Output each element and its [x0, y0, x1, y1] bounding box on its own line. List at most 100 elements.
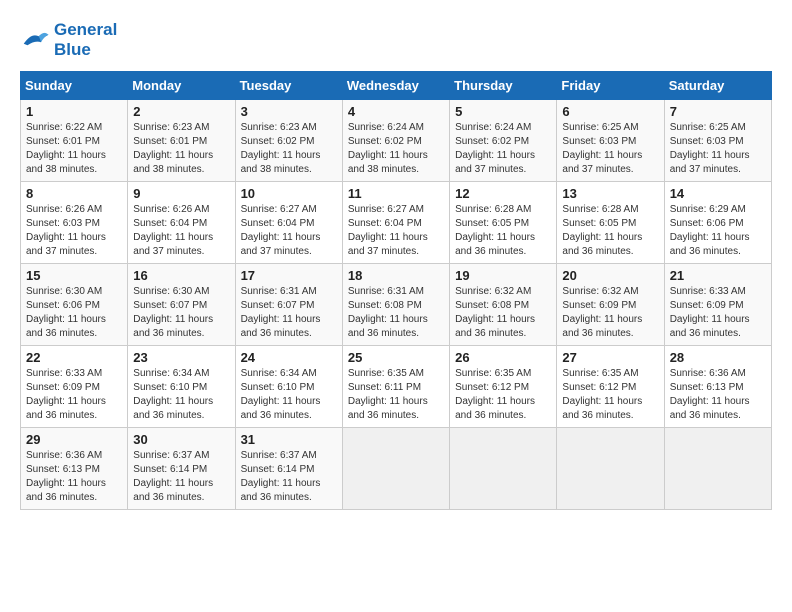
calendar-day-cell: 19 Sunrise: 6:32 AMSunset: 6:08 PMDaylig…: [450, 263, 557, 345]
day-info: Sunrise: 6:33 AMSunset: 6:09 PMDaylight:…: [26, 368, 106, 421]
day-info: Sunrise: 6:33 AMSunset: 6:09 PMDaylight:…: [670, 286, 750, 339]
calendar-day-cell: 1 Sunrise: 6:22 AMSunset: 6:01 PMDayligh…: [21, 99, 128, 181]
calendar-day-cell: 10 Sunrise: 6:27 AMSunset: 6:04 PMDaylig…: [235, 181, 342, 263]
calendar-header-saturday: Saturday: [664, 71, 771, 99]
calendar-day-cell: [342, 427, 449, 509]
day-info: Sunrise: 6:25 AMSunset: 6:03 PMDaylight:…: [562, 122, 642, 175]
calendar-week-row: 8 Sunrise: 6:26 AMSunset: 6:03 PMDayligh…: [21, 181, 772, 263]
day-info: Sunrise: 6:35 AMSunset: 6:12 PMDaylight:…: [455, 368, 535, 421]
calendar-day-cell: 11 Sunrise: 6:27 AMSunset: 6:04 PMDaylig…: [342, 181, 449, 263]
day-number: 23: [133, 350, 229, 365]
calendar-day-cell: 21 Sunrise: 6:33 AMSunset: 6:09 PMDaylig…: [664, 263, 771, 345]
calendar-header-tuesday: Tuesday: [235, 71, 342, 99]
calendar-day-cell: 13 Sunrise: 6:28 AMSunset: 6:05 PMDaylig…: [557, 181, 664, 263]
day-info: Sunrise: 6:29 AMSunset: 6:06 PMDaylight:…: [670, 204, 750, 257]
day-number: 22: [26, 350, 122, 365]
day-info: Sunrise: 6:36 AMSunset: 6:13 PMDaylight:…: [670, 368, 750, 421]
calendar-day-cell: 29 Sunrise: 6:36 AMSunset: 6:13 PMDaylig…: [21, 427, 128, 509]
calendar-day-cell: 17 Sunrise: 6:31 AMSunset: 6:07 PMDaylig…: [235, 263, 342, 345]
day-number: 13: [562, 186, 658, 201]
calendar-day-cell: 18 Sunrise: 6:31 AMSunset: 6:08 PMDaylig…: [342, 263, 449, 345]
day-info: Sunrise: 6:37 AMSunset: 6:14 PMDaylight:…: [241, 450, 321, 503]
day-number: 7: [670, 104, 766, 119]
calendar-header-sunday: Sunday: [21, 71, 128, 99]
day-info: Sunrise: 6:28 AMSunset: 6:05 PMDaylight:…: [455, 204, 535, 257]
day-info: Sunrise: 6:27 AMSunset: 6:04 PMDaylight:…: [348, 204, 428, 257]
calendar-day-cell: 8 Sunrise: 6:26 AMSunset: 6:03 PMDayligh…: [21, 181, 128, 263]
calendar-day-cell: 2 Sunrise: 6:23 AMSunset: 6:01 PMDayligh…: [128, 99, 235, 181]
day-number: 21: [670, 268, 766, 283]
calendar-day-cell: 14 Sunrise: 6:29 AMSunset: 6:06 PMDaylig…: [664, 181, 771, 263]
day-info: Sunrise: 6:30 AMSunset: 6:07 PMDaylight:…: [133, 286, 213, 339]
calendar-day-cell: 22 Sunrise: 6:33 AMSunset: 6:09 PMDaylig…: [21, 345, 128, 427]
day-info: Sunrise: 6:35 AMSunset: 6:11 PMDaylight:…: [348, 368, 428, 421]
day-info: Sunrise: 6:35 AMSunset: 6:12 PMDaylight:…: [562, 368, 642, 421]
calendar-day-cell: [664, 427, 771, 509]
calendar-day-cell: 27 Sunrise: 6:35 AMSunset: 6:12 PMDaylig…: [557, 345, 664, 427]
day-number: 20: [562, 268, 658, 283]
calendar-header-monday: Monday: [128, 71, 235, 99]
logo-icon: [20, 28, 50, 52]
day-number: 1: [26, 104, 122, 119]
calendar-day-cell: 25 Sunrise: 6:35 AMSunset: 6:11 PMDaylig…: [342, 345, 449, 427]
calendar-day-cell: 31 Sunrise: 6:37 AMSunset: 6:14 PMDaylig…: [235, 427, 342, 509]
day-number: 27: [562, 350, 658, 365]
day-number: 11: [348, 186, 444, 201]
day-number: 31: [241, 432, 337, 447]
day-number: 17: [241, 268, 337, 283]
day-info: Sunrise: 6:26 AMSunset: 6:04 PMDaylight:…: [133, 204, 213, 257]
calendar-day-cell: 7 Sunrise: 6:25 AMSunset: 6:03 PMDayligh…: [664, 99, 771, 181]
calendar-day-cell: 30 Sunrise: 6:37 AMSunset: 6:14 PMDaylig…: [128, 427, 235, 509]
calendar-day-cell: 23 Sunrise: 6:34 AMSunset: 6:10 PMDaylig…: [128, 345, 235, 427]
day-number: 14: [670, 186, 766, 201]
day-number: 29: [26, 432, 122, 447]
day-info: Sunrise: 6:24 AMSunset: 6:02 PMDaylight:…: [348, 122, 428, 175]
calendar-header-row: SundayMondayTuesdayWednesdayThursdayFrid…: [21, 71, 772, 99]
day-info: Sunrise: 6:22 AMSunset: 6:01 PMDaylight:…: [26, 122, 106, 175]
calendar-day-cell: 3 Sunrise: 6:23 AMSunset: 6:02 PMDayligh…: [235, 99, 342, 181]
calendar-day-cell: [450, 427, 557, 509]
day-number: 25: [348, 350, 444, 365]
day-number: 18: [348, 268, 444, 283]
day-info: Sunrise: 6:34 AMSunset: 6:10 PMDaylight:…: [133, 368, 213, 421]
calendar-week-row: 29 Sunrise: 6:36 AMSunset: 6:13 PMDaylig…: [21, 427, 772, 509]
calendar-day-cell: 20 Sunrise: 6:32 AMSunset: 6:09 PMDaylig…: [557, 263, 664, 345]
day-info: Sunrise: 6:37 AMSunset: 6:14 PMDaylight:…: [133, 450, 213, 503]
day-info: Sunrise: 6:23 AMSunset: 6:01 PMDaylight:…: [133, 122, 213, 175]
day-info: Sunrise: 6:27 AMSunset: 6:04 PMDaylight:…: [241, 204, 321, 257]
calendar-table: SundayMondayTuesdayWednesdayThursdayFrid…: [20, 71, 772, 510]
day-number: 2: [133, 104, 229, 119]
day-info: Sunrise: 6:31 AMSunset: 6:07 PMDaylight:…: [241, 286, 321, 339]
day-info: Sunrise: 6:23 AMSunset: 6:02 PMDaylight:…: [241, 122, 321, 175]
day-info: Sunrise: 6:26 AMSunset: 6:03 PMDaylight:…: [26, 204, 106, 257]
calendar-day-cell: [557, 427, 664, 509]
calendar-day-cell: 4 Sunrise: 6:24 AMSunset: 6:02 PMDayligh…: [342, 99, 449, 181]
calendar-day-cell: 28 Sunrise: 6:36 AMSunset: 6:13 PMDaylig…: [664, 345, 771, 427]
calendar-day-cell: 16 Sunrise: 6:30 AMSunset: 6:07 PMDaylig…: [128, 263, 235, 345]
day-info: Sunrise: 6:28 AMSunset: 6:05 PMDaylight:…: [562, 204, 642, 257]
day-number: 16: [133, 268, 229, 283]
day-number: 24: [241, 350, 337, 365]
calendar-week-row: 1 Sunrise: 6:22 AMSunset: 6:01 PMDayligh…: [21, 99, 772, 181]
day-info: Sunrise: 6:25 AMSunset: 6:03 PMDaylight:…: [670, 122, 750, 175]
calendar-day-cell: 9 Sunrise: 6:26 AMSunset: 6:04 PMDayligh…: [128, 181, 235, 263]
calendar-day-cell: 12 Sunrise: 6:28 AMSunset: 6:05 PMDaylig…: [450, 181, 557, 263]
calendar-week-row: 22 Sunrise: 6:33 AMSunset: 6:09 PMDaylig…: [21, 345, 772, 427]
day-info: Sunrise: 6:36 AMSunset: 6:13 PMDaylight:…: [26, 450, 106, 503]
day-info: Sunrise: 6:32 AMSunset: 6:09 PMDaylight:…: [562, 286, 642, 339]
day-info: Sunrise: 6:34 AMSunset: 6:10 PMDaylight:…: [241, 368, 321, 421]
day-number: 30: [133, 432, 229, 447]
calendar-day-cell: 24 Sunrise: 6:34 AMSunset: 6:10 PMDaylig…: [235, 345, 342, 427]
calendar-day-cell: 5 Sunrise: 6:24 AMSunset: 6:02 PMDayligh…: [450, 99, 557, 181]
calendar-day-cell: 26 Sunrise: 6:35 AMSunset: 6:12 PMDaylig…: [450, 345, 557, 427]
calendar-header-wednesday: Wednesday: [342, 71, 449, 99]
day-number: 4: [348, 104, 444, 119]
calendar-day-cell: 15 Sunrise: 6:30 AMSunset: 6:06 PMDaylig…: [21, 263, 128, 345]
day-number: 5: [455, 104, 551, 119]
day-number: 6: [562, 104, 658, 119]
day-number: 12: [455, 186, 551, 201]
day-number: 9: [133, 186, 229, 201]
day-number: 15: [26, 268, 122, 283]
calendar-week-row: 15 Sunrise: 6:30 AMSunset: 6:06 PMDaylig…: [21, 263, 772, 345]
calendar-header-friday: Friday: [557, 71, 664, 99]
